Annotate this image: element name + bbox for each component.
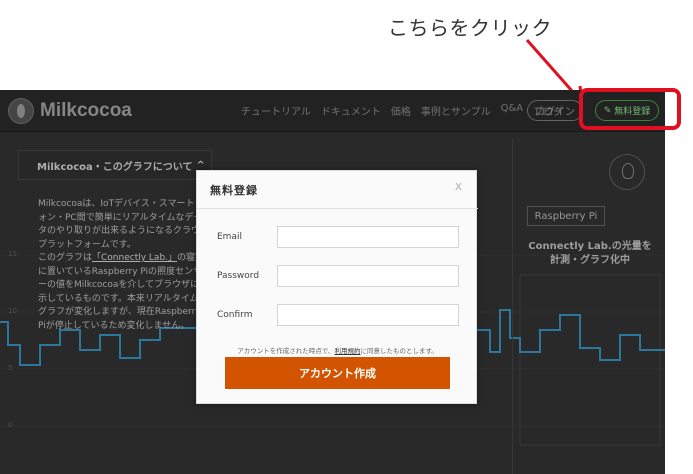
terms-link[interactable]: 利用規約 — [334, 347, 360, 355]
email-field[interactable] — [277, 226, 459, 248]
modal-title: 無料登録 — [210, 184, 258, 197]
annotation-highlight-box — [579, 88, 681, 130]
screenshot: こちらをクリック Milkcocoa チュートリアル ドキュメント 価格 事例と… — [0, 0, 693, 474]
confirm-label: Confirm — [217, 310, 253, 320]
password-label: Password — [217, 271, 260, 281]
terms-before: アカウントを作成された時点で、 — [237, 347, 335, 355]
email-label: Email — [217, 232, 242, 242]
terms-after: に同意したものとします。 — [360, 347, 438, 355]
confirm-field[interactable] — [277, 304, 459, 326]
annotation-text: こちらをクリック — [388, 16, 552, 40]
close-icon[interactable]: X — [455, 182, 462, 193]
terms-notice: アカウントを作成された時点で、利用規約に同意したものとします。 — [197, 345, 478, 355]
modal-header: 無料登録 X — [197, 171, 478, 209]
create-account-button[interactable]: アカウント作成 — [225, 357, 450, 389]
signup-modal: 無料登録 X Email Password Confirm アカウントを作成され… — [196, 170, 478, 404]
password-field[interactable] — [277, 265, 459, 287]
